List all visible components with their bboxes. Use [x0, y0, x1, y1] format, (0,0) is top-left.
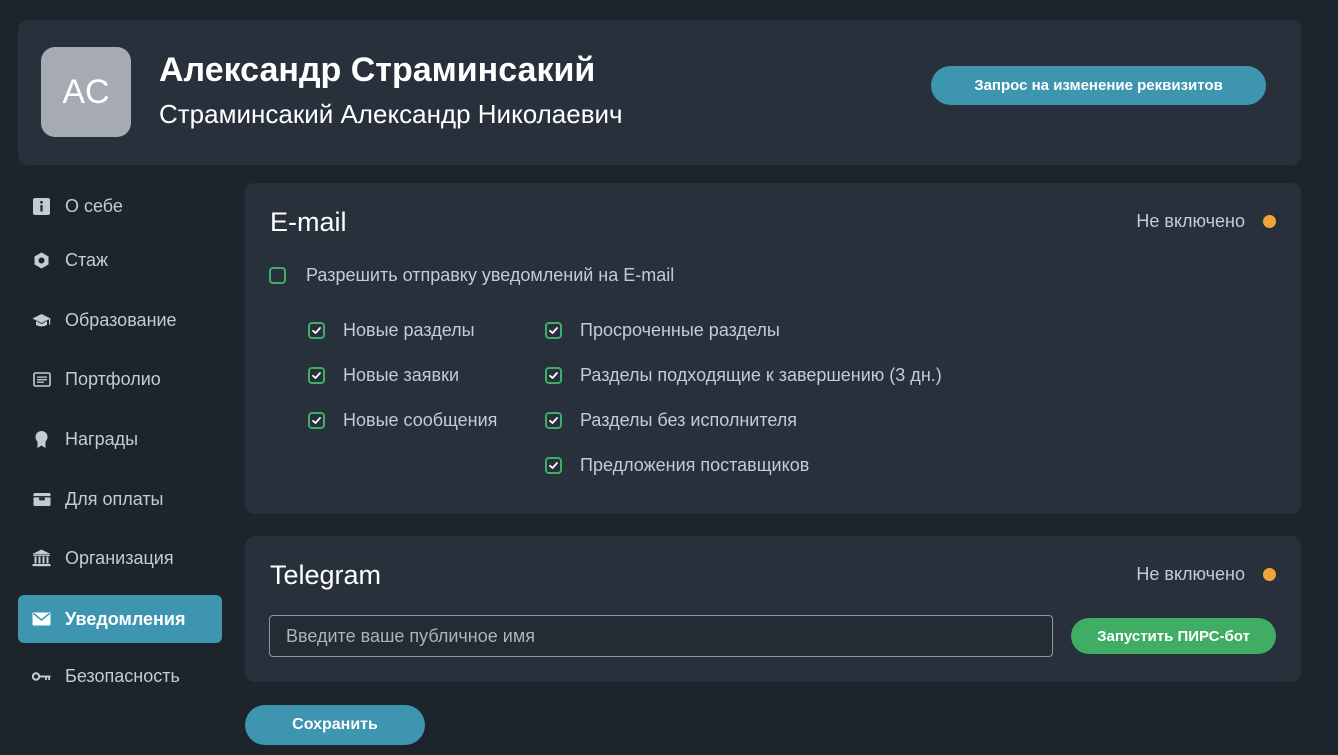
option-label: Просроченные разделы: [580, 320, 780, 340]
award-icon: [32, 430, 51, 449]
option-label: Предложения поставщиков: [580, 455, 810, 475]
sidebar-item-label: Безопасность: [65, 665, 180, 686]
sidebar-item-label: Для оплаты: [65, 488, 164, 509]
check-icon: [549, 462, 558, 469]
checkbox-unchecked[interactable]: [269, 267, 286, 284]
telegram-username-input[interactable]: [269, 615, 1053, 657]
check-icon: [312, 327, 321, 334]
avatar: AC: [41, 47, 131, 137]
checkbox-checked[interactable]: [308, 322, 325, 339]
wallet-icon: [32, 490, 51, 509]
option-label: Разделы без исполнителя: [580, 410, 798, 430]
option-sections-without-executor[interactable]: Разделы без исполнителя: [545, 410, 797, 431]
sidebar-item-label: Образование: [65, 309, 177, 330]
status-dot: [1263, 215, 1276, 228]
option-new-messages[interactable]: Новые сообщения: [308, 410, 497, 431]
checkbox-checked[interactable]: [308, 412, 325, 429]
info-icon: [32, 197, 51, 216]
sidebar-item-label: Уведомления: [65, 608, 186, 629]
key-icon: [32, 667, 51, 686]
check-icon: [549, 327, 558, 334]
option-label: Разделы подходящие к завершению (3 дн.): [580, 365, 942, 385]
sidebar-item-about[interactable]: О себе: [18, 182, 222, 230]
email-card-title: E-mail: [270, 207, 347, 237]
option-label: Новые сообщения: [343, 410, 498, 430]
checkbox-checked[interactable]: [308, 367, 325, 384]
sidebar-item-payment[interactable]: Для оплаты: [18, 475, 222, 523]
bank-icon: [32, 549, 51, 568]
checkbox-checked[interactable]: [545, 322, 562, 339]
check-icon: [312, 417, 321, 424]
sidebar-item-experience[interactable]: Стаж: [18, 236, 222, 284]
user-name: Александр Страминсакий: [159, 51, 596, 89]
sidebar-item-label: Портфолио: [65, 368, 161, 389]
option-sections-near-completion[interactable]: Разделы подходящие к завершению (3 дн.): [545, 365, 942, 386]
check-icon: [549, 417, 558, 424]
telegram-status: Не включено: [1136, 564, 1276, 585]
sidebar-item-organization[interactable]: Организация: [18, 534, 222, 582]
sidebar-item-label: Стаж: [65, 249, 109, 270]
sidebar-item-label: Организация: [65, 547, 174, 568]
document-icon: [32, 370, 51, 389]
sidebar-item-awards[interactable]: Награды: [18, 415, 222, 463]
graduation-cap-icon: [32, 311, 51, 330]
profile-header: AC Александр Страминсакий Страминсакий А…: [18, 20, 1301, 165]
request-change-button[interactable]: Запрос на изменение реквизитов: [931, 66, 1266, 105]
allow-email-checkbox[interactable]: Разрешить отправку уведомлений на E-mail: [269, 265, 674, 286]
sidebar-item-security[interactable]: Безопасность: [18, 652, 222, 700]
telegram-card-title: Telegram: [270, 560, 382, 590]
checkbox-checked[interactable]: [545, 367, 562, 384]
check-icon: [312, 372, 321, 379]
option-supplier-offers[interactable]: Предложения поставщиков: [545, 455, 809, 476]
launch-bot-button[interactable]: Запустить ПИРС-бот: [1071, 618, 1276, 654]
allow-email-label: Разрешить отправку уведомлений на E-mail: [306, 265, 675, 285]
hexagon-icon: [32, 251, 51, 270]
sidebar-item-notifications[interactable]: Уведомления: [18, 595, 222, 643]
option-new-sections[interactable]: Новые разделы: [308, 320, 475, 341]
status-text: Не включено: [1136, 564, 1245, 584]
status-text: Не включено: [1136, 211, 1245, 231]
envelope-icon: [32, 610, 51, 629]
option-label: Новые разделы: [343, 320, 475, 340]
checkbox-checked[interactable]: [545, 412, 562, 429]
option-overdue-sections[interactable]: Просроченные разделы: [545, 320, 780, 341]
check-icon: [549, 372, 558, 379]
sidebar-item-education[interactable]: Образование: [18, 296, 222, 344]
option-new-requests[interactable]: Новые заявки: [308, 365, 459, 386]
option-label: Новые заявки: [343, 365, 460, 385]
checkbox-checked[interactable]: [545, 457, 562, 474]
email-status: Не включено: [1136, 211, 1276, 232]
status-dot: [1263, 568, 1276, 581]
email-notifications-card: E-mail Не включено Разрешить отправку ув…: [245, 183, 1301, 514]
sidebar-item-portfolio[interactable]: Портфолио: [18, 355, 222, 403]
save-button[interactable]: Сохранить: [245, 705, 425, 745]
telegram-notifications-card: Telegram Не включено Запустить ПИРС-бот: [245, 536, 1301, 682]
sidebar-item-label: О себе: [65, 195, 123, 216]
sidebar-item-label: Награды: [65, 428, 139, 449]
user-full-name: Страминсакий Александр Николаевич: [159, 99, 623, 129]
